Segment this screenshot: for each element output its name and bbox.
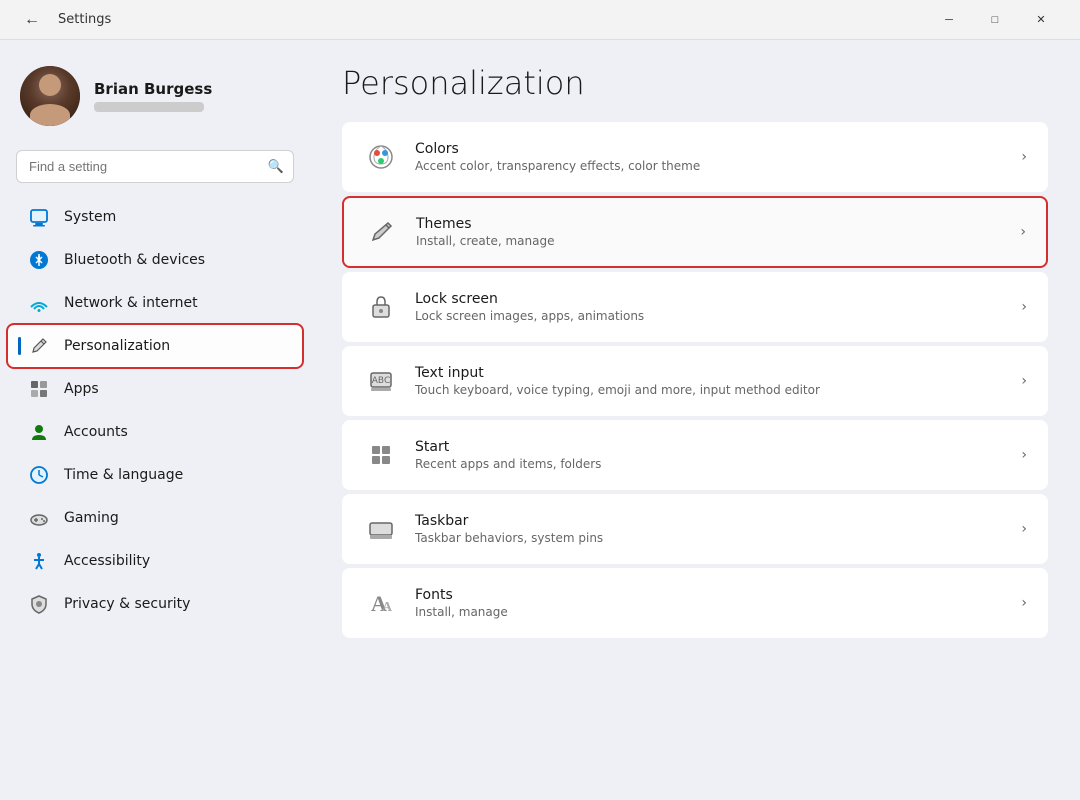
fonts-desc: Install, manage	[415, 605, 1005, 619]
taskbar-icon	[363, 511, 399, 547]
lock-screen-chevron: ›	[1021, 299, 1027, 315]
main-content: Personalization Colors Accent color, tra…	[310, 40, 1080, 800]
system-icon	[28, 206, 50, 228]
start-icon	[363, 437, 399, 473]
time-icon	[28, 464, 50, 486]
fonts-text: Fonts Install, manage	[415, 587, 1005, 619]
svg-text:A: A	[382, 600, 393, 615]
settings-item-colors[interactable]: Colors Accent color, transparency effect…	[342, 122, 1048, 192]
colors-text: Colors Accent color, transparency effect…	[415, 141, 1005, 173]
colors-icon	[363, 139, 399, 175]
themes-title: Themes	[416, 216, 1004, 232]
sidebar-item-personalization[interactable]: Personalization	[8, 325, 302, 367]
sidebar-label-gaming: Gaming	[64, 510, 119, 526]
window-title: Settings	[58, 12, 111, 27]
themes-chevron: ›	[1020, 224, 1026, 240]
start-desc: Recent apps and items, folders	[415, 457, 1005, 471]
sidebar-label-system: System	[64, 209, 116, 225]
colors-chevron: ›	[1021, 149, 1027, 165]
fonts-icon: A A	[363, 585, 399, 621]
sidebar-item-accessibility[interactable]: Accessibility	[8, 540, 302, 582]
search-icon: 🔍	[268, 159, 284, 174]
avatar	[20, 66, 80, 126]
network-icon	[28, 292, 50, 314]
text-input-title: Text input	[415, 365, 1005, 381]
svg-text:ABC: ABC	[372, 376, 390, 386]
text-input-icon: ABC	[363, 363, 399, 399]
sidebar-item-time[interactable]: Time & language	[8, 454, 302, 496]
privacy-icon	[28, 593, 50, 615]
taskbar-desc: Taskbar behaviors, system pins	[415, 531, 1005, 545]
sidebar-label-bluetooth: Bluetooth & devices	[64, 252, 205, 268]
gaming-icon	[28, 507, 50, 529]
user-name: Brian Burgess	[94, 80, 212, 98]
minimize-button[interactable]: ─	[926, 4, 972, 36]
fonts-title: Fonts	[415, 587, 1005, 603]
apps-icon	[28, 378, 50, 400]
lock-screen-text: Lock screen Lock screen images, apps, an…	[415, 291, 1005, 323]
lock-screen-desc: Lock screen images, apps, animations	[415, 309, 1005, 323]
sidebar-item-bluetooth[interactable]: ’ Bluetooth & devices	[8, 239, 302, 281]
sidebar-label-time: Time & language	[64, 467, 183, 483]
fonts-chevron: ›	[1021, 595, 1027, 611]
themes-icon	[364, 214, 400, 250]
sidebar-item-network[interactable]: Network & internet	[8, 282, 302, 324]
text-input-chevron: ›	[1021, 373, 1027, 389]
themes-text: Themes Install, create, manage	[416, 216, 1004, 248]
start-text: Start Recent apps and items, folders	[415, 439, 1005, 471]
sidebar-item-apps[interactable]: Apps	[8, 368, 302, 410]
user-email-bar	[94, 102, 204, 112]
sidebar-item-accounts[interactable]: Accounts	[8, 411, 302, 453]
title-bar: ← Settings ─ □ ✕	[0, 0, 1080, 40]
sidebar-item-gaming[interactable]: Gaming	[8, 497, 302, 539]
settings-item-text-input[interactable]: ABC Text input Touch keyboard, voice typ…	[342, 346, 1048, 416]
user-info: Brian Burgess	[94, 80, 212, 112]
sidebar-label-privacy: Privacy & security	[64, 596, 190, 612]
maximize-button[interactable]: □	[972, 4, 1018, 36]
settings-list: Colors Accent color, transparency effect…	[342, 122, 1048, 638]
settings-item-themes[interactable]: Themes Install, create, manage ›	[342, 196, 1048, 268]
search-box: 🔍	[16, 150, 294, 183]
text-input-text: Text input Touch keyboard, voice typing,…	[415, 365, 1005, 397]
user-section: Brian Burgess	[0, 50, 310, 146]
settings-item-lock-screen[interactable]: Lock screen Lock screen images, apps, an…	[342, 272, 1048, 342]
title-bar-left: ← Settings	[16, 4, 111, 36]
colors-desc: Accent color, transparency effects, colo…	[415, 159, 1005, 173]
accounts-icon	[28, 421, 50, 443]
sidebar-label-apps: Apps	[64, 381, 99, 397]
lock-screen-icon	[363, 289, 399, 325]
settings-item-fonts[interactable]: A A Fonts Install, manage ›	[342, 568, 1048, 638]
close-button[interactable]: ✕	[1018, 4, 1064, 36]
active-indicator	[18, 337, 21, 355]
page-title: Personalization	[342, 64, 1048, 102]
sidebar-nav: System ’ Bluetooth & devices	[0, 195, 310, 626]
back-button[interactable]: ←	[16, 4, 48, 36]
start-chevron: ›	[1021, 447, 1027, 463]
sidebar-label-network: Network & internet	[64, 295, 198, 311]
window-controls: ─ □ ✕	[926, 4, 1064, 36]
content-area: Brian Burgess 🔍 System	[0, 40, 1080, 800]
themes-desc: Install, create, manage	[416, 234, 1004, 248]
avatar-image	[20, 66, 80, 126]
sidebar-label-accessibility: Accessibility	[64, 553, 150, 569]
text-input-desc: Touch keyboard, voice typing, emoji and …	[415, 383, 1005, 397]
start-title: Start	[415, 439, 1005, 455]
personalization-icon	[28, 335, 50, 357]
sidebar-item-privacy[interactable]: Privacy & security	[8, 583, 302, 625]
settings-item-start[interactable]: Start Recent apps and items, folders ›	[342, 420, 1048, 490]
sidebar-label-accounts: Accounts	[64, 424, 128, 440]
colors-title: Colors	[415, 141, 1005, 157]
bluetooth-icon: ’	[28, 249, 50, 271]
sidebar-item-system[interactable]: System	[8, 196, 302, 238]
accessibility-icon	[28, 550, 50, 572]
lock-screen-title: Lock screen	[415, 291, 1005, 307]
sidebar-label-personalization: Personalization	[64, 338, 170, 354]
settings-item-taskbar[interactable]: Taskbar Taskbar behaviors, system pins ›	[342, 494, 1048, 564]
taskbar-text: Taskbar Taskbar behaviors, system pins	[415, 513, 1005, 545]
search-input[interactable]	[16, 150, 294, 183]
sidebar: Brian Burgess 🔍 System	[0, 40, 310, 800]
taskbar-title: Taskbar	[415, 513, 1005, 529]
taskbar-chevron: ›	[1021, 521, 1027, 537]
